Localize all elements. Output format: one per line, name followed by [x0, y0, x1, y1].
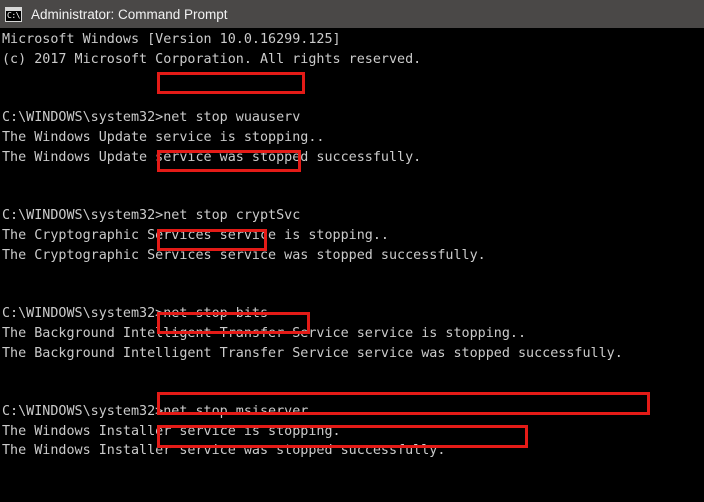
- console-icon-glyph: C:\.: [7, 10, 21, 20]
- console-line-output: The Background Intelligent Transfer Serv…: [2, 325, 527, 341]
- console-line-output: The Background Intelligent Transfer Serv…: [2, 345, 623, 361]
- console-line-output: The Windows Installer service was stoppe…: [2, 443, 446, 459]
- window-title: Administrator: Command Prompt: [31, 6, 228, 22]
- console-line-command: C:\WINDOWS\system32>net stop wuauserv: [2, 110, 301, 126]
- window-titlebar[interactable]: C:\. Administrator: Command Prompt: [0, 0, 704, 28]
- console-line-output: The Windows Update service is stopping..: [2, 129, 325, 145]
- console-output-area[interactable]: Microsoft Windows [Version 10.0.16299.12…: [0, 28, 704, 502]
- console-line-banner: Microsoft Windows [Version 10.0.16299.12…: [2, 32, 341, 47]
- console-window-icon: C:\.: [5, 6, 22, 22]
- console-line-output: The Windows Installer service is stoppin…: [2, 423, 341, 439]
- console-line-list: Microsoft Windows [Version 10.0.16299.12…: [2, 30, 702, 502]
- console-line-banner: (c) 2017 Microsoft Corporation. All righ…: [2, 51, 422, 67]
- console-line-output: The Windows Update service was stopped s…: [2, 149, 422, 165]
- console-line-command: C:\WINDOWS\system32>net stop msiserver: [2, 404, 309, 420]
- console-line-command: C:\WINDOWS\system32>net stop cryptSvc: [2, 208, 301, 224]
- console-line-output: The Cryptographic Services service is st…: [2, 227, 389, 243]
- console-line-command: C:\WINDOWS\system32>net stop bits: [2, 306, 269, 322]
- console-line-output: The Cryptographic Services service was s…: [2, 247, 486, 263]
